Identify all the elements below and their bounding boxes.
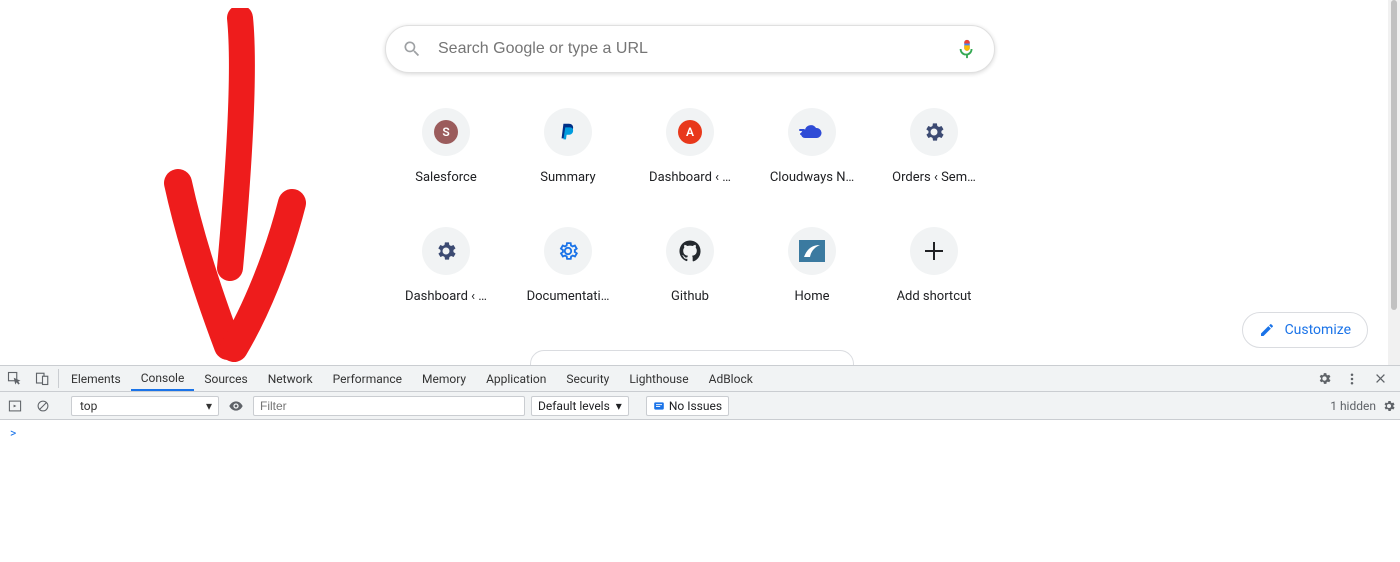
shortcut-label: Home <box>795 289 830 304</box>
voice-search-icon[interactable] <box>956 38 978 60</box>
shortcut-github[interactable]: Github <box>629 227 751 304</box>
app-tile-icon <box>799 240 825 262</box>
scrollbar-thumb[interactable] <box>1391 0 1397 310</box>
shortcut-home[interactable]: Home <box>751 227 873 304</box>
shortcut-label: Documentati… <box>527 289 610 304</box>
tab-elements[interactable]: Elements <box>61 366 131 391</box>
shortcut-label: Cloudways N… <box>770 170 854 185</box>
close-icon[interactable] <box>1366 372 1394 385</box>
issues-icon <box>653 400 665 412</box>
gear-outline-icon <box>557 240 579 262</box>
clear-console-icon[interactable] <box>32 399 54 413</box>
tab-adblock[interactable]: AdBlock <box>699 366 763 391</box>
log-levels-select[interactable]: Default levels ▾ <box>531 396 629 416</box>
tab-network[interactable]: Network <box>258 366 323 391</box>
cloud-motion-icon <box>799 122 825 142</box>
shortcut-label: Add shortcut <box>897 289 972 304</box>
tab-lighthouse[interactable]: Lighthouse <box>619 366 698 391</box>
hidden-count: 1 hidden <box>1330 399 1376 413</box>
device-toggle-icon[interactable] <box>28 366 56 391</box>
customize-label: Customize <box>1285 322 1351 338</box>
search-box[interactable] <box>385 25 995 73</box>
console-settings-icon[interactable] <box>1382 399 1396 413</box>
console-toolbar: top ▾ Default levels ▾ No Issues 1 hidde… <box>0 392 1400 420</box>
search-icon <box>402 39 436 59</box>
github-icon <box>679 240 701 262</box>
shortcut-label: Dashboard ‹ … <box>405 289 487 304</box>
tab-security[interactable]: Security <box>556 366 619 391</box>
gear-icon <box>922 120 946 144</box>
shortcut-orders[interactable]: Orders ‹ Sem… <box>873 108 995 185</box>
kebab-menu-icon[interactable] <box>1338 372 1366 386</box>
pencil-icon <box>1259 322 1275 338</box>
new-tab-page: S Salesforce Summary A Dashboard ‹ … Clo… <box>0 0 1400 365</box>
console-sidebar-toggle-icon[interactable] <box>4 399 26 413</box>
shortcut-label: Github <box>671 289 709 304</box>
issues-label: No Issues <box>669 399 722 413</box>
inspect-element-icon[interactable] <box>0 366 28 391</box>
caret-down-icon: ▾ <box>616 399 622 413</box>
filter-input[interactable] <box>253 396 525 416</box>
console-prompt[interactable]: > <box>0 420 1400 446</box>
shortcut-label: Salesforce <box>415 170 476 185</box>
letter-badge-icon: A <box>678 120 702 144</box>
tab-application[interactable]: Application <box>476 366 556 391</box>
tab-performance[interactable]: Performance <box>323 366 412 391</box>
shortcut-dashboard-1[interactable]: A Dashboard ‹ … <box>629 108 751 185</box>
tab-memory[interactable]: Memory <box>412 366 476 391</box>
shortcut-label: Summary <box>540 170 595 185</box>
devtools-tab-strip: Elements Console Sources Network Perform… <box>0 366 1400 392</box>
shortcut-salesforce[interactable]: S Salesforce <box>385 108 507 185</box>
live-expression-icon[interactable] <box>225 398 247 414</box>
tab-console[interactable]: Console <box>131 366 195 391</box>
caret-down-icon: ▾ <box>206 399 212 413</box>
shortcut-dashboard-2[interactable]: Dashboard ‹ … <box>385 227 507 304</box>
gear-icon <box>434 239 458 263</box>
shortcut-documentation[interactable]: Documentati… <box>507 227 629 304</box>
vertical-scrollbar[interactable] <box>1388 0 1400 365</box>
shortcut-summary[interactable]: Summary <box>507 108 629 185</box>
shortcut-cloudways[interactable]: Cloudways N… <box>751 108 873 185</box>
shortcut-add[interactable]: Add shortcut <box>873 227 995 304</box>
context-value: top <box>80 399 97 413</box>
context-select[interactable]: top ▾ <box>71 396 219 416</box>
shortcut-grid: S Salesforce Summary A Dashboard ‹ … Clo… <box>385 108 997 346</box>
search-input[interactable] <box>436 39 956 59</box>
levels-label: Default levels <box>538 399 610 413</box>
shortcut-label: Orders ‹ Sem… <box>892 170 976 185</box>
issues-button[interactable]: No Issues <box>646 396 729 416</box>
devtools-panel: Elements Console Sources Network Perform… <box>0 365 1400 562</box>
shortcut-label: Dashboard ‹ … <box>649 170 731 185</box>
letter-badge-icon: S <box>434 120 458 144</box>
paypal-icon <box>557 121 579 143</box>
settings-gear-icon[interactable] <box>1310 371 1338 386</box>
plus-icon <box>924 241 944 261</box>
customize-button[interactable]: Customize <box>1242 312 1368 348</box>
tab-sources[interactable]: Sources <box>194 366 257 391</box>
